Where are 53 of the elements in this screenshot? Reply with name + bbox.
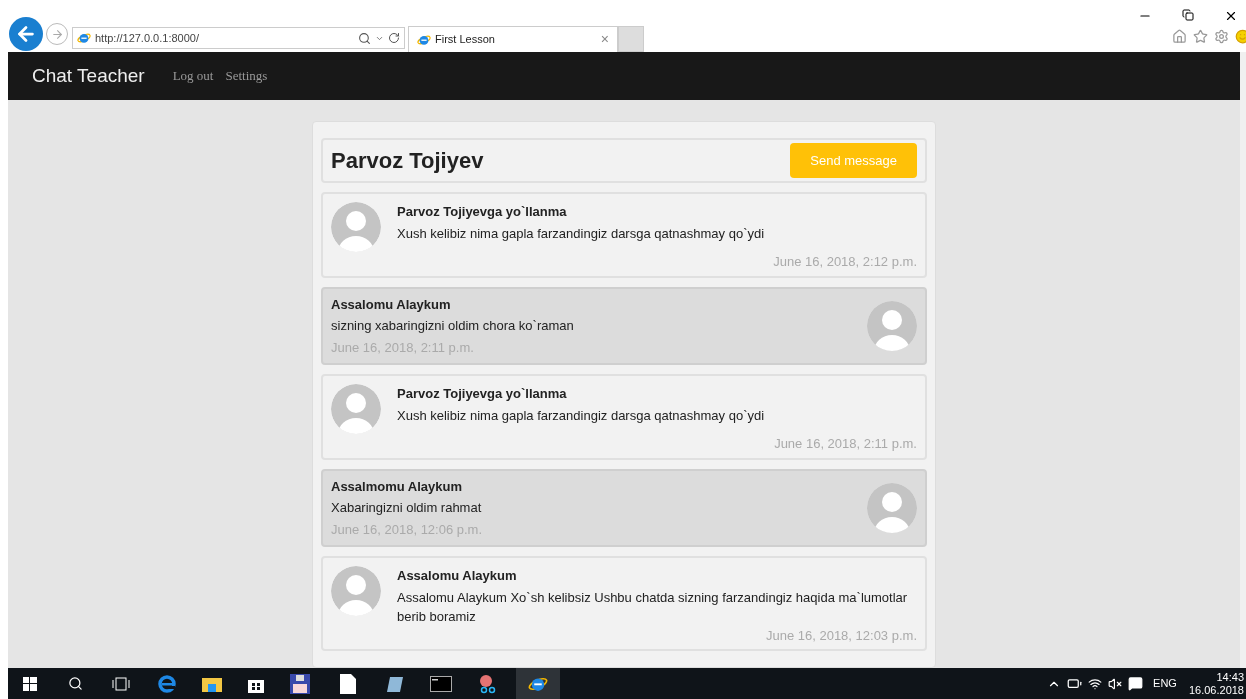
- brand-logo[interactable]: Chat Teacher: [32, 61, 145, 91]
- close-tab-button[interactable]: ×: [600, 29, 609, 50]
- terminal-icon[interactable]: [430, 675, 452, 692]
- settings-icon[interactable]: [1214, 29, 1229, 44]
- task-view-icon[interactable]: [112, 676, 130, 691]
- message-title: Parvoz Tojiyevga yo`llanma: [397, 203, 568, 221]
- home-icon[interactable]: [1172, 29, 1187, 44]
- mute-icon[interactable]: [1108, 676, 1123, 691]
- clock[interactable]: 14:43 16.06.2018: [1188, 670, 1244, 697]
- address-bar[interactable]: http://127.0.0.1:8000/: [72, 27, 405, 49]
- clock-time: 14:43: [1216, 670, 1244, 684]
- star-icon[interactable]: [1193, 29, 1208, 44]
- close-icon[interactable]: [1224, 9, 1238, 23]
- windows-start-icon[interactable]: [23, 676, 37, 691]
- message-text: Xush kelibiz nima gapla farzandingiz darsga qatnashmay qo`ydi: [397, 224, 766, 243]
- battery-icon[interactable]: [1067, 676, 1083, 691]
- message-title: Parvoz Tojiyevga yo`llanma: [397, 385, 568, 403]
- forward-arrow-icon: [50, 27, 64, 41]
- avatar-icon: [867, 482, 917, 533]
- avatar-icon: [867, 300, 917, 351]
- message-date: June 16, 2018, 2:12 p.m.: [773, 253, 917, 271]
- clock-date: 16.06.2018: [1188, 683, 1244, 697]
- message-text: sizning xabaringizni oldim chora ko`raman: [331, 317, 575, 335]
- edge-icon[interactable]: [158, 674, 176, 693]
- nav-link[interactable]: Log out: [172, 66, 214, 86]
- message-text: Xush kelibiz nima gapla farzandingiz darsga qatnashmay qo`ydi: [397, 406, 766, 425]
- taskbar-browser-button[interactable]: [516, 668, 560, 699]
- notification-icon[interactable]: [1128, 676, 1144, 691]
- message-text: Xabaringizni oldim rahmat: [331, 499, 483, 517]
- restore-icon[interactable]: [1182, 9, 1194, 21]
- wifi-icon[interactable]: [1088, 676, 1103, 691]
- message-date: June 16, 2018, 12:03 p.m.: [765, 626, 917, 645]
- back-button[interactable]: [9, 17, 43, 51]
- message-title: Assalmomu Alaykum: [331, 477, 463, 496]
- document-icon[interactable]: [340, 673, 356, 694]
- message-title: Assalomu Alaykum: [397, 567, 518, 585]
- page-icon: [77, 31, 91, 45]
- message-text: Assalomu Alaykum Xo`sh kelibsiz Ushbu chatda sizning farzandingiz haqida ma`lumotlar berib boramiz: [397, 588, 909, 626]
- language-indicator[interactable]: ENG: [1153, 675, 1177, 692]
- avatar-icon: [331, 202, 381, 252]
- browser-tab[interactable]: First Lesson ×: [408, 26, 618, 52]
- avatar-icon: [331, 566, 381, 616]
- avatar-icon: [331, 384, 381, 434]
- folder-icon[interactable]: [202, 675, 222, 692]
- address-text: http://127.0.0.1:8000/: [95, 30, 200, 46]
- message-date: June 16, 2018, 2:11 p.m.: [774, 435, 917, 453]
- message-title: Assalomu Alaykum: [331, 295, 452, 314]
- tab-title: First Lesson: [435, 32, 496, 48]
- search-icon[interactable]: [358, 31, 371, 45]
- nav-link[interactable]: Settings: [225, 66, 268, 86]
- chat-title: Parvoz Tojiyev: [331, 147, 484, 175]
- search-icon[interactable]: [68, 676, 83, 691]
- refresh-icon[interactable]: [388, 32, 400, 44]
